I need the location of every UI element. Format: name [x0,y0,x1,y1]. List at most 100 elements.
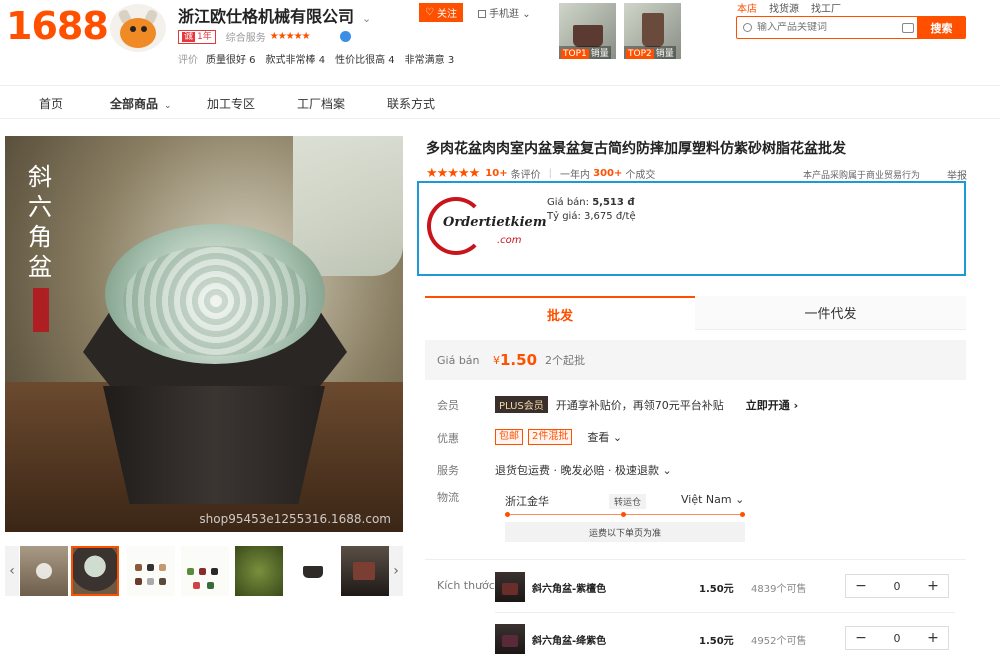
sku-name: 斜六角盆-紫檀色 [532,584,607,595]
site-logo[interactable]: 1688 [6,4,109,48]
minus-button[interactable]: − [846,578,876,594]
ship-from: 浙江金华 [505,495,549,508]
discount-tag: 包邮 [495,429,523,445]
sku-thumbnail[interactable] [495,572,525,602]
report-link[interactable]: 举报 [947,167,967,182]
chevron-down-icon[interactable]: ⌄ [362,12,371,25]
chevron-right-icon[interactable]: › [389,546,403,596]
review-tag: 性价比很高 4 [335,55,395,66]
quantity-input[interactable]: 0 [876,632,918,645]
search-tab-factory[interactable]: 找工厂 [811,0,841,15]
camera-icon[interactable] [902,23,914,33]
exchange-rate: Tỷ giá: 3,675 đ/tệ [547,211,636,222]
purchase-mode-tabs: 批发 一件代发 [425,296,966,330]
review-count[interactable]: 10+ [485,168,507,179]
main-product-image[interactable]: 斜 六 角 盆 shop95453e1255316.1688.com [5,136,403,532]
sku-thumbnail[interactable] [495,624,525,654]
succulent-rosette [123,246,309,356]
thumbnail[interactable] [181,546,229,596]
nav-all-products[interactable]: 全部商品 ⌄ [110,95,172,112]
tab-wholesale[interactable]: 批发 [425,296,695,330]
plus-member-badge: PLUS会员 [495,396,548,413]
open-membership-link[interactable]: 立即开通 › [746,397,798,413]
sku-row: 斜六角盆-紫檀色 1.50元 4839个可售 − 0 + [495,568,955,608]
minus-button[interactable]: − [846,630,876,646]
pot-body [103,386,325,504]
search-tab-source[interactable]: 找货源 [769,0,799,15]
trade-notice: 本产品采购属于商业贸易行为 [803,171,921,181]
search-icon [743,23,752,32]
search-box [736,16,921,39]
nav-factory-profile[interactable]: 工厂档案 [297,95,345,112]
tab-dropship[interactable]: 一件代发 [695,296,966,330]
nav-contact[interactable]: 联系方式 [387,95,435,112]
sku-name: 斜六角盆-绛紫色 [532,636,607,647]
shop-nav: 首页 全部商品 ⌄ 加工专区 工厂档案 联系方式 [0,85,1000,119]
service-row-label: 服务 [437,464,459,477]
company-name[interactable]: 浙江欧仕格机械有限公司 ⌄ [178,3,371,27]
sku-stock: 4952个可售 [751,636,807,647]
vnd-price: Giá bán: 5,513 đ [547,197,635,208]
shop-years-row: 诚 1年 综合服务 ★★★★★ [178,29,351,44]
follow-button[interactable]: ♡ 关注 [419,3,463,22]
chevron-down-icon: ⌄ [164,101,172,111]
sku-stock: 4839个可售 [751,584,807,595]
top-product-1[interactable]: TOP1 销量 [559,3,616,59]
search-button[interactable]: 搜索 [917,16,966,39]
divider [495,612,955,613]
view-discounts-link[interactable]: 查看 ⌄ [587,429,622,445]
thumbnail[interactable] [127,546,175,596]
rating-stars: ★★★★★ [426,166,480,181]
route-dot [621,512,626,517]
min-order: 2个起批 [545,354,586,367]
thumbnail[interactable] [289,546,337,596]
thumbnail[interactable] [235,546,283,596]
years-badge: 诚 1年 [178,29,216,44]
divider [425,559,966,560]
route-dot [505,512,510,517]
top-product-2[interactable]: TOP2 销量 [624,3,681,59]
avatar-eye [130,26,136,32]
nav-processing[interactable]: 加工专区 [207,95,255,112]
thumbnail-strip: ‹ › [5,546,403,598]
exchange-price-banner: Ordertietkiem .com Giá bán: 5,513 đ Tỷ g… [417,181,966,276]
search-input[interactable] [757,22,887,33]
product-title: 多肉花盆肉肉室内盆景盆复古简约防摔加厚塑料仿紫砂树脂花盆批发 [426,141,846,157]
ordertietkiem-logo: Ordertietkiem .com [427,193,547,259]
service-stars: ★★★★★ [269,31,311,42]
verified-icon [339,31,351,42]
company-name-text[interactable]: 浙江欧仕格机械有限公司 [178,7,354,26]
review-tag: 非常满意 3 [404,55,455,66]
avatar-eye [141,26,147,32]
sku-price: 1.50元 [699,636,734,647]
price-bar: Giá bán ¥1.50 2个起批 [425,340,966,380]
mobile-browse-link[interactable]: 手机逛 ⌄ [478,5,531,20]
sku-row: 斜六角盆-绛紫色 1.50元 4952个可售 − 0 + [495,620,955,656]
discount-row: 包邮 2件混批 查看 ⌄ [495,429,622,445]
qr-code-icon [478,10,486,18]
thumbnail-video[interactable] [20,546,68,596]
quantity-input[interactable]: 0 [876,580,918,593]
member-row: PLUS会员 开通享补贴价，再领70元平台补贴 立即开通 › [495,396,798,413]
review-tags: 评价 质量很好 6 款式非常棒 4 性价比很高 4 非常满意 3 [178,51,464,66]
route-dot [740,512,745,517]
thumbnail[interactable] [341,546,389,596]
chevron-left-icon[interactable]: ‹ [5,546,19,596]
pot-image [642,13,664,47]
service-guarantees[interactable]: 退货包运费 · 晚发必赔 · 极速退款 ⌄ [495,462,672,478]
plus-button[interactable]: + [918,630,948,646]
search-tab-shop[interactable]: 本店 [737,0,757,15]
plus-button[interactable]: + [918,578,948,594]
unit-price: 1.50 [500,351,538,369]
ship-to-select[interactable]: Việt Nam ⌄ [681,493,744,506]
chevron-down-icon: ⌄ [522,9,531,20]
background-cup [293,136,403,276]
size-label: Kích thước [437,579,495,592]
thumbnail-selected[interactable] [71,546,119,596]
nav-home[interactable]: 首页 [39,95,63,112]
pot-image [573,25,603,47]
search-scope-tabs: 本店 找货源 找工厂 [737,0,841,15]
image-watermark: shop95453e1255316.1688.com [199,512,391,526]
shop-avatar[interactable] [110,4,166,52]
logistics-label: 物流 [437,491,459,504]
